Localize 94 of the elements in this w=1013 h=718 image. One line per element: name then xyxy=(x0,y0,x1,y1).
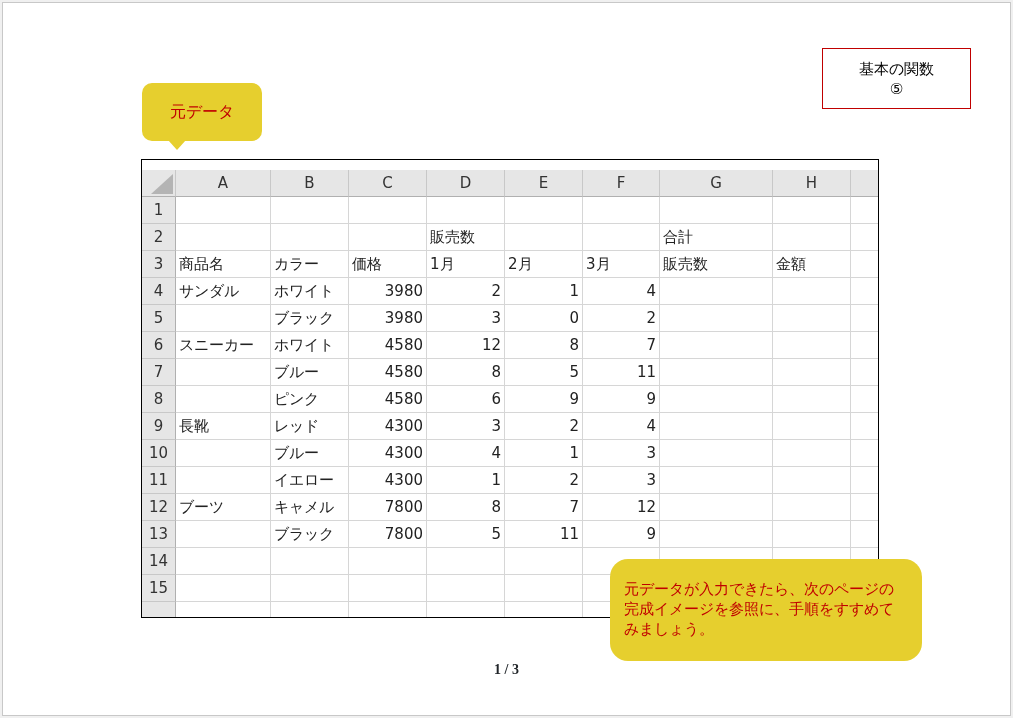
table-cell: 3 xyxy=(583,467,660,494)
table-cell: 4 xyxy=(583,413,660,440)
table-cell: 12 xyxy=(427,332,505,359)
table-cell: 9 xyxy=(505,386,583,413)
table-cell: 2 xyxy=(505,467,583,494)
column-header: F xyxy=(583,170,660,197)
table-cell: ピンク xyxy=(271,386,349,413)
table-cell: ブルー xyxy=(271,440,349,467)
table-cell: 4580 xyxy=(349,359,427,386)
table-cell: 3 xyxy=(427,413,505,440)
table-cell: 2 xyxy=(583,305,660,332)
table-cell: 3 xyxy=(427,305,505,332)
table-cell: 8 xyxy=(505,332,583,359)
table-cell: 3 xyxy=(583,440,660,467)
row-header: 1 xyxy=(142,197,176,224)
table-cell: サンダル xyxy=(176,278,271,305)
callout-label: 元データ xyxy=(142,83,262,141)
column-header: D xyxy=(427,170,505,197)
table-cell: 6 xyxy=(427,386,505,413)
row-header: 12 xyxy=(142,494,176,521)
row-header: 11 xyxy=(142,467,176,494)
table-cell: 8 xyxy=(427,359,505,386)
row-header: 3 xyxy=(142,251,176,278)
table-cell: レッド xyxy=(271,413,349,440)
table-cell: イエロー xyxy=(271,467,349,494)
table-cell: キャメル xyxy=(271,494,349,521)
table-cell: 4 xyxy=(583,278,660,305)
table-cell: 7 xyxy=(583,332,660,359)
table-cell: スニーカー xyxy=(176,332,271,359)
table-cell: ホワイト xyxy=(271,278,349,305)
table-cell: 1 xyxy=(427,467,505,494)
row-header: 7 xyxy=(142,359,176,386)
table-cell: 4 xyxy=(427,440,505,467)
table-cell: 0 xyxy=(505,305,583,332)
column-header: B xyxy=(271,170,349,197)
column-header: A xyxy=(176,170,271,197)
row-header: 2 xyxy=(142,224,176,251)
table-cell: 金額 xyxy=(773,251,851,278)
table-cell: 9 xyxy=(583,521,660,548)
row-header: 14 xyxy=(142,548,176,575)
table-cell: 販売数 xyxy=(660,251,773,278)
table-cell: 2 xyxy=(505,413,583,440)
table-cell: 4300 xyxy=(349,440,427,467)
table-cell: 2月 xyxy=(505,251,583,278)
table-cell: 4580 xyxy=(349,386,427,413)
table-cell: ブルー xyxy=(271,359,349,386)
table-cell: ホワイト xyxy=(271,332,349,359)
title-text: 基本の関数 xyxy=(859,58,934,79)
table-cell: ブラック xyxy=(271,521,349,548)
table-cell: 8 xyxy=(427,494,505,521)
table-cell: 5 xyxy=(505,359,583,386)
page-number: 1 / 3 xyxy=(493,661,520,679)
table-cell: 4300 xyxy=(349,413,427,440)
table-cell: 2 xyxy=(427,278,505,305)
row-header: 5 xyxy=(142,305,176,332)
table-cell: 1月 xyxy=(427,251,505,278)
column-header xyxy=(851,170,878,197)
table-cell: 5 xyxy=(427,521,505,548)
column-header: H xyxy=(773,170,851,197)
table-cell: 7800 xyxy=(349,521,427,548)
title-text: ⑤ xyxy=(889,78,904,99)
table-cell: カラー xyxy=(271,251,349,278)
row-header: 6 xyxy=(142,332,176,359)
row-header: 10 xyxy=(142,440,176,467)
row-header: 15 xyxy=(142,575,176,602)
table-cell: 1 xyxy=(505,440,583,467)
column-header: E xyxy=(505,170,583,197)
column-header: C xyxy=(349,170,427,197)
select-all-corner xyxy=(142,170,176,197)
table-cell: 1 xyxy=(505,278,583,305)
table-cell: 3980 xyxy=(349,278,427,305)
row-header: 4 xyxy=(142,278,176,305)
table-cell: 商品名 xyxy=(176,251,271,278)
table-cell: 4300 xyxy=(349,467,427,494)
table-cell: 3月 xyxy=(583,251,660,278)
callout-note: 元データが入力できたら、次のページの完成イメージを参照に、手順をすすめてみましょう。 xyxy=(610,559,922,661)
table-cell: 11 xyxy=(583,359,660,386)
row-header: 9 xyxy=(142,413,176,440)
table-cell: 販売数 xyxy=(427,224,505,251)
table-cell: 7 xyxy=(505,494,583,521)
table-cell: 4580 xyxy=(349,332,427,359)
table-cell: ブラック xyxy=(271,305,349,332)
table-cell: 7800 xyxy=(349,494,427,521)
table-cell: ブーツ xyxy=(176,494,271,521)
row-header: 13 xyxy=(142,521,176,548)
table-cell: 価格 xyxy=(349,251,427,278)
column-header: G xyxy=(660,170,773,197)
row-header: 8 xyxy=(142,386,176,413)
table-cell: 12 xyxy=(583,494,660,521)
table-cell: 9 xyxy=(583,386,660,413)
table-cell: 合計 xyxy=(660,224,773,251)
table-cell: 11 xyxy=(505,521,583,548)
table-cell: 3980 xyxy=(349,305,427,332)
table-cell: 長靴 xyxy=(176,413,271,440)
